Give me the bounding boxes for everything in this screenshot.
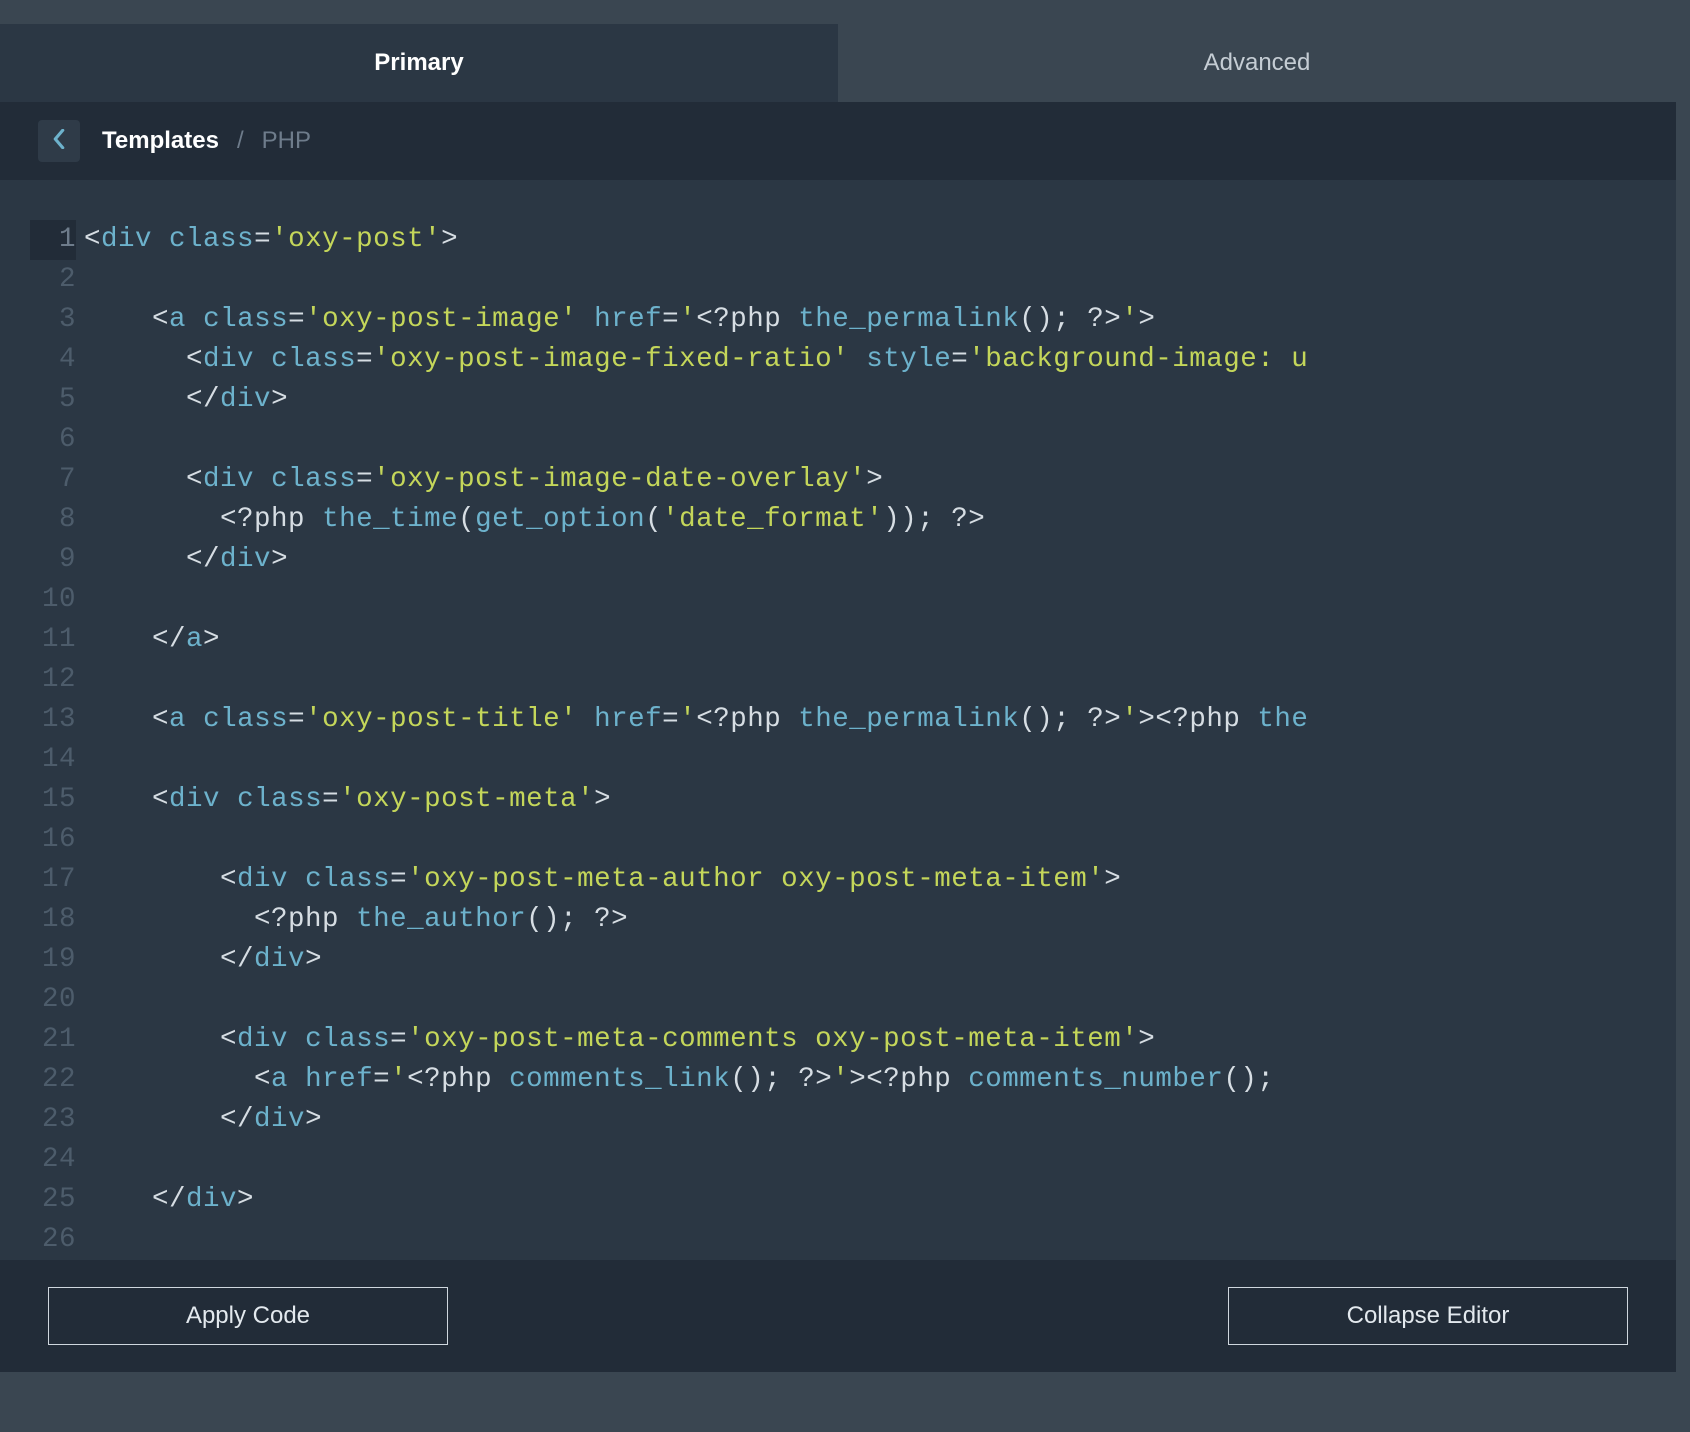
panel-root: Primary Advanced Templates / PHP 1234567… bbox=[0, 0, 1676, 1372]
line-number: 14 bbox=[30, 740, 76, 780]
back-button[interactable] bbox=[38, 120, 80, 162]
line-number: 9 bbox=[30, 540, 76, 580]
line-number: 1 bbox=[30, 220, 76, 260]
line-number: 15 bbox=[30, 780, 76, 820]
apply-code-button[interactable]: Apply Code bbox=[48, 1287, 448, 1345]
code-line[interactable] bbox=[84, 660, 1676, 700]
code-line[interactable]: <div class='oxy-post-image-date-overlay'… bbox=[84, 460, 1676, 500]
code-line[interactable]: </a> bbox=[84, 620, 1676, 660]
code-line[interactable]: <a class='oxy-post-image' href='<?php th… bbox=[84, 300, 1676, 340]
code-line[interactable] bbox=[84, 1140, 1676, 1180]
code-line[interactable] bbox=[84, 740, 1676, 780]
code-line[interactable] bbox=[84, 980, 1676, 1020]
code-line[interactable] bbox=[84, 1220, 1676, 1260]
line-number: 7 bbox=[30, 460, 76, 500]
code-line[interactable]: </div> bbox=[84, 1100, 1676, 1140]
line-number: 23 bbox=[30, 1100, 76, 1140]
code-line[interactable]: <div class='oxy-post-meta'> bbox=[84, 780, 1676, 820]
code-line[interactable]: <?php the_time(get_option('date_format')… bbox=[84, 500, 1676, 540]
code-line[interactable]: </div> bbox=[84, 1180, 1676, 1220]
line-number: 5 bbox=[30, 380, 76, 420]
line-number: 22 bbox=[30, 1060, 76, 1100]
line-number: 25 bbox=[30, 1180, 76, 1220]
code-line[interactable]: <div class='oxy-post'> bbox=[84, 220, 1676, 260]
line-number: 13 bbox=[30, 700, 76, 740]
line-number: 18 bbox=[30, 900, 76, 940]
line-number: 6 bbox=[30, 420, 76, 460]
breadcrumb-bar: Templates / PHP bbox=[0, 102, 1676, 180]
tabs-bar: Primary Advanced bbox=[0, 24, 1676, 102]
line-number: 20 bbox=[30, 980, 76, 1020]
footer-bar: Apply Code Collapse Editor bbox=[0, 1260, 1676, 1372]
line-number: 16 bbox=[30, 820, 76, 860]
line-number: 24 bbox=[30, 1140, 76, 1180]
code-line[interactable]: <a href='<?php comments_link(); ?>'><?ph… bbox=[84, 1060, 1676, 1100]
collapse-editor-button[interactable]: Collapse Editor bbox=[1228, 1287, 1628, 1345]
breadcrumb-leaf: PHP bbox=[262, 127, 311, 155]
code-content[interactable]: <div class='oxy-post'> <a class='oxy-pos… bbox=[84, 220, 1676, 1260]
line-number: 17 bbox=[30, 860, 76, 900]
line-number: 19 bbox=[30, 940, 76, 980]
code-line[interactable]: <?php the_author(); ?> bbox=[84, 900, 1676, 940]
tab-advanced[interactable]: Advanced bbox=[838, 24, 1676, 102]
code-line[interactable] bbox=[84, 260, 1676, 300]
code-line[interactable]: </div> bbox=[84, 380, 1676, 420]
code-editor[interactable]: 1234567891011121314151617181920212223242… bbox=[0, 180, 1676, 1260]
code-line[interactable] bbox=[84, 820, 1676, 860]
code-line[interactable]: <div class='oxy-post-meta-author oxy-pos… bbox=[84, 860, 1676, 900]
code-line[interactable]: </div> bbox=[84, 940, 1676, 980]
line-number: 21 bbox=[30, 1020, 76, 1060]
line-number: 26 bbox=[30, 1220, 76, 1260]
code-line[interactable]: <div class='oxy-post-image-fixed-ratio' … bbox=[84, 340, 1676, 380]
chevron-left-icon bbox=[51, 129, 67, 154]
line-number: 11 bbox=[30, 620, 76, 660]
breadcrumb: Templates / PHP bbox=[102, 127, 311, 155]
line-number: 10 bbox=[30, 580, 76, 620]
line-number: 4 bbox=[30, 340, 76, 380]
code-line[interactable]: <div class='oxy-post-meta-comments oxy-p… bbox=[84, 1020, 1676, 1060]
line-number: 8 bbox=[30, 500, 76, 540]
line-number-gutter: 1234567891011121314151617181920212223242… bbox=[30, 220, 84, 1260]
line-number: 3 bbox=[30, 300, 76, 340]
line-number: 2 bbox=[30, 260, 76, 300]
code-line[interactable]: <a class='oxy-post-title' href='<?php th… bbox=[84, 700, 1676, 740]
code-line[interactable] bbox=[84, 420, 1676, 460]
breadcrumb-separator: / bbox=[237, 127, 244, 155]
tab-primary[interactable]: Primary bbox=[0, 24, 838, 102]
code-line[interactable]: </div> bbox=[84, 540, 1676, 580]
code-line[interactable] bbox=[84, 580, 1676, 620]
line-number: 12 bbox=[30, 660, 76, 700]
breadcrumb-root[interactable]: Templates bbox=[102, 127, 219, 155]
